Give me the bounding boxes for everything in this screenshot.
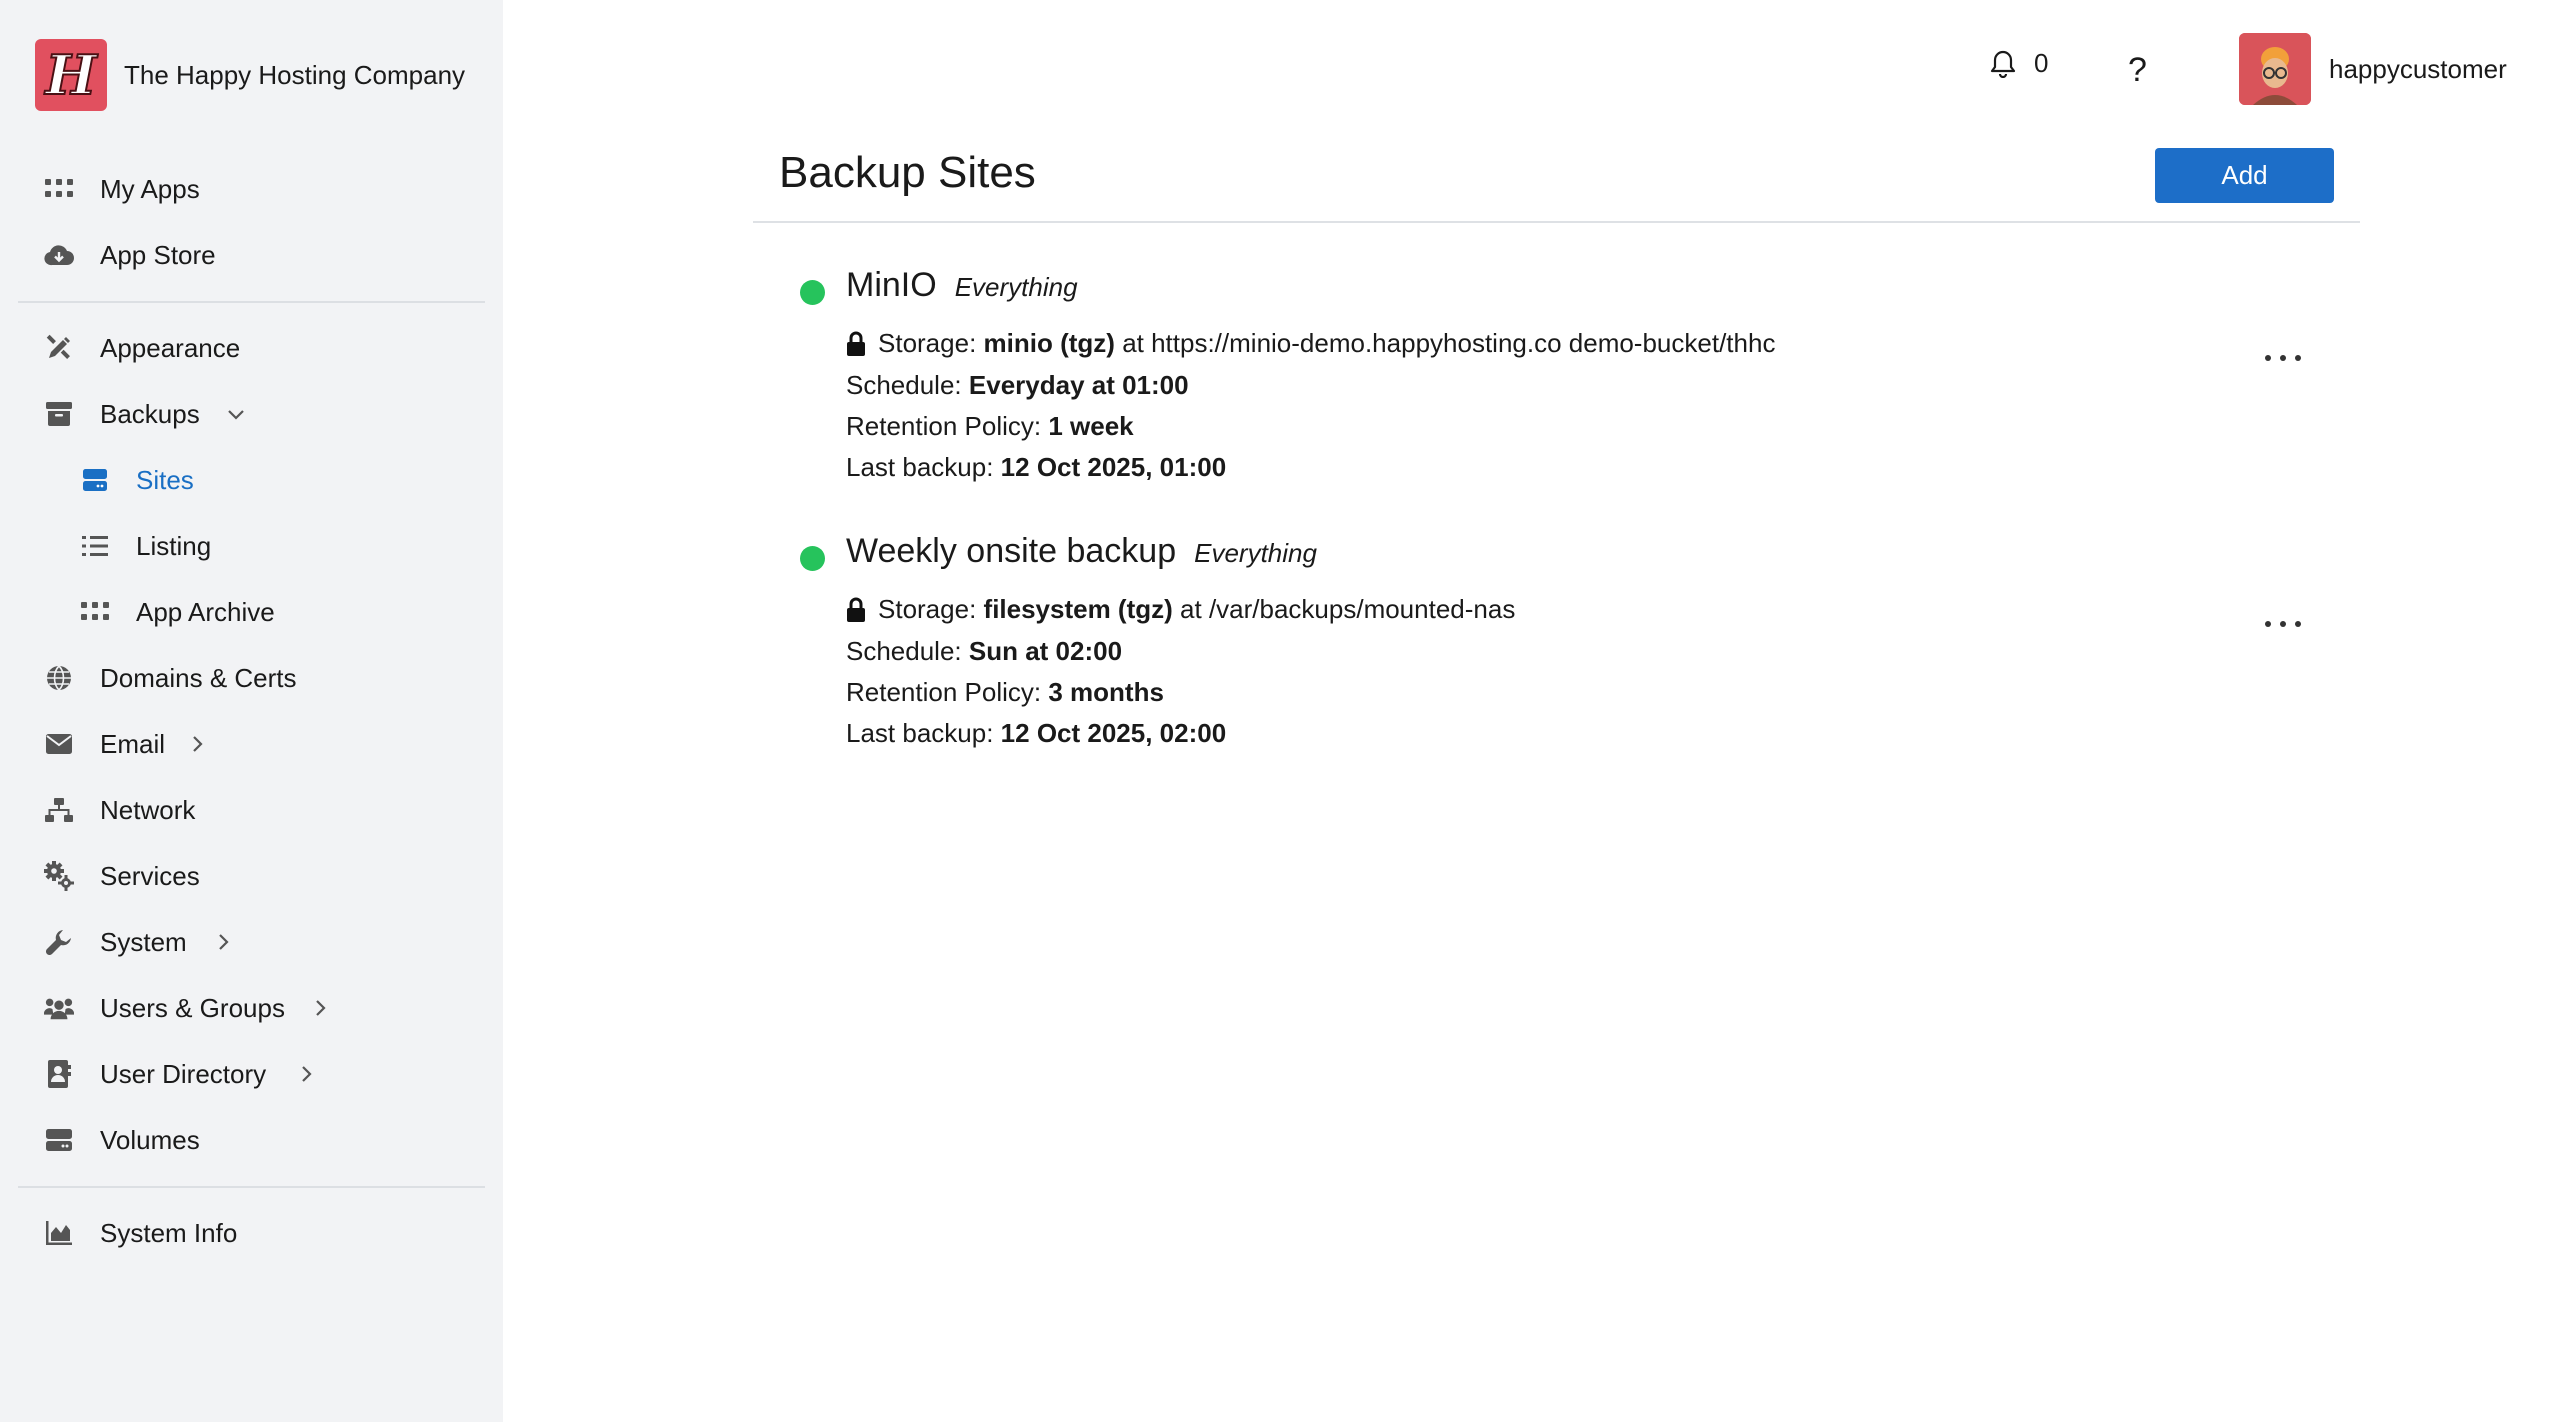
sidebar-item-label: System Info	[100, 1217, 238, 1248]
avatar	[2239, 33, 2311, 105]
sidebar-item-volumes[interactable]: Volumes	[0, 1110, 503, 1170]
sidebar-item-label: Volumes	[100, 1124, 200, 1155]
brand-name: The Happy Hosting Company	[124, 59, 466, 90]
help-button[interactable]: ?	[2128, 48, 2147, 92]
sidebar-item-sites[interactable]: Sites	[0, 450, 503, 510]
site-scope: Everything	[1194, 538, 1317, 568]
grid-icon	[44, 174, 74, 204]
sidebar-item-domains-certs[interactable]: Domains & Certs	[0, 648, 503, 708]
ellipsis-icon	[2265, 355, 2271, 361]
sidebar-item-label: My Apps	[100, 173, 200, 204]
retention-line: Retention Policy: 3 months	[846, 677, 1164, 707]
sidebar-item-label: App Store	[100, 239, 216, 270]
notification-count: 0	[2034, 48, 2049, 78]
sidebar-item-services[interactable]: Services	[0, 846, 503, 906]
site-scope: Everything	[954, 272, 1078, 302]
grid-icon	[80, 597, 110, 627]
hard-drive-icon	[44, 1125, 74, 1155]
user-menu[interactable]: happycustomer	[2239, 33, 2507, 105]
status-dot	[800, 280, 825, 305]
globe-icon	[44, 663, 74, 693]
sidebar-divider	[18, 301, 485, 303]
archive-box-icon	[44, 399, 74, 429]
brand-logo: H	[35, 39, 107, 111]
sidebar-item-label: Listing	[136, 530, 212, 561]
envelope-icon	[44, 729, 74, 759]
add-button[interactable]: Add	[2155, 148, 2334, 203]
lock-icon	[847, 331, 865, 356]
chevron-right-icon	[302, 1066, 312, 1082]
sidebar-item-label: User Directory	[100, 1058, 267, 1089]
last-backup-line: Last backup: 12 Oct 2025, 02:00	[846, 718, 1227, 748]
gears-icon	[44, 861, 74, 891]
sidebar-item-users-groups[interactable]: Users & Groups	[0, 978, 503, 1038]
sidebar-item-label: System	[100, 926, 187, 957]
sidebar-item-label: Domains & Certs	[100, 662, 297, 693]
sidebar-item-label: Appearance	[100, 332, 241, 363]
chart-area-icon	[44, 1218, 74, 1248]
sidebar-item-app-store[interactable]: App Store	[0, 225, 503, 285]
paint-brush-icon	[44, 333, 74, 363]
chevron-right-icon	[316, 1000, 326, 1016]
network-icon	[44, 795, 74, 825]
storage-line: Storage: filesystem (tgz) at /var/backup…	[846, 594, 1515, 625]
sidebar-item-system-info[interactable]: System Info	[0, 1203, 503, 1263]
wrench-icon	[44, 927, 74, 957]
sidebar-item-network[interactable]: Network	[0, 780, 503, 840]
brand[interactable]: H The Happy Hosting Company	[35, 39, 465, 111]
last-backup-line: Last backup: 12 Oct 2025, 01:00	[846, 452, 1227, 482]
sidebar-item-label: App Archive	[136, 596, 275, 627]
status-dot	[800, 546, 825, 571]
sidebar-item-appearance[interactable]: Appearance	[0, 318, 503, 378]
sidebar-item-label: Email	[100, 728, 166, 759]
site-title: Weekly onsite backup Everything	[846, 532, 1317, 571]
sidebar-item-label: Sites	[136, 464, 194, 495]
retention-line: Retention Policy: 1 week	[846, 411, 1134, 441]
page-title: Backup Sites	[779, 148, 1036, 197]
site-name: Weekly onsite backup	[846, 532, 1177, 570]
sidebar-item-label: Users & Groups	[100, 992, 285, 1023]
sidebar-item-backups[interactable]: Backups	[0, 384, 503, 444]
address-book-icon	[44, 1059, 74, 1089]
site-name: MinIO	[846, 266, 937, 304]
sidebar-item-label: Services	[100, 860, 200, 891]
list-icon	[80, 531, 110, 561]
bell-icon	[1990, 50, 2016, 78]
backup-site: MinIO Everything Storage: minio (tgz) at …	[800, 266, 2340, 506]
sidebar-item-label: Network	[100, 794, 196, 825]
sidebar-item-system[interactable]: System	[0, 912, 503, 972]
sidebar-item-label: Backups	[100, 398, 200, 429]
header-divider	[753, 221, 2360, 223]
ellipsis-icon	[2265, 621, 2271, 627]
sidebar-item-listing[interactable]: Listing	[0, 516, 503, 576]
more-options-button[interactable]	[2265, 348, 2301, 368]
site-title: MinIO Everything	[846, 266, 1078, 305]
lock-icon	[847, 597, 865, 622]
sidebar: H The Happy Hosting Company My Apps App …	[0, 0, 503, 1422]
chevron-right-icon	[219, 934, 229, 950]
sidebar-item-user-directory[interactable]: User Directory	[0, 1044, 503, 1104]
storage-line: Storage: minio (tgz) at https://minio-de…	[846, 328, 1775, 359]
notifications-button[interactable]: 0	[1990, 48, 2048, 79]
schedule-line: Schedule: Everyday at 01:00	[846, 370, 1189, 400]
chevron-down-icon	[228, 410, 244, 420]
backup-site: Weekly onsite backup Everything Storage: …	[800, 532, 2340, 772]
server-icon	[80, 465, 110, 495]
sidebar-item-my-apps[interactable]: My Apps	[0, 159, 503, 219]
sidebar-item-app-archive[interactable]: App Archive	[0, 582, 503, 642]
chevron-right-icon	[193, 736, 203, 752]
cloud-download-icon	[44, 240, 74, 270]
more-options-button[interactable]	[2265, 614, 2301, 634]
username: happycustomer	[2329, 53, 2507, 84]
sidebar-divider	[18, 1186, 485, 1188]
schedule-line: Schedule: Sun at 02:00	[846, 636, 1123, 666]
users-icon	[44, 993, 74, 1023]
sidebar-item-email[interactable]: Email	[0, 714, 503, 774]
